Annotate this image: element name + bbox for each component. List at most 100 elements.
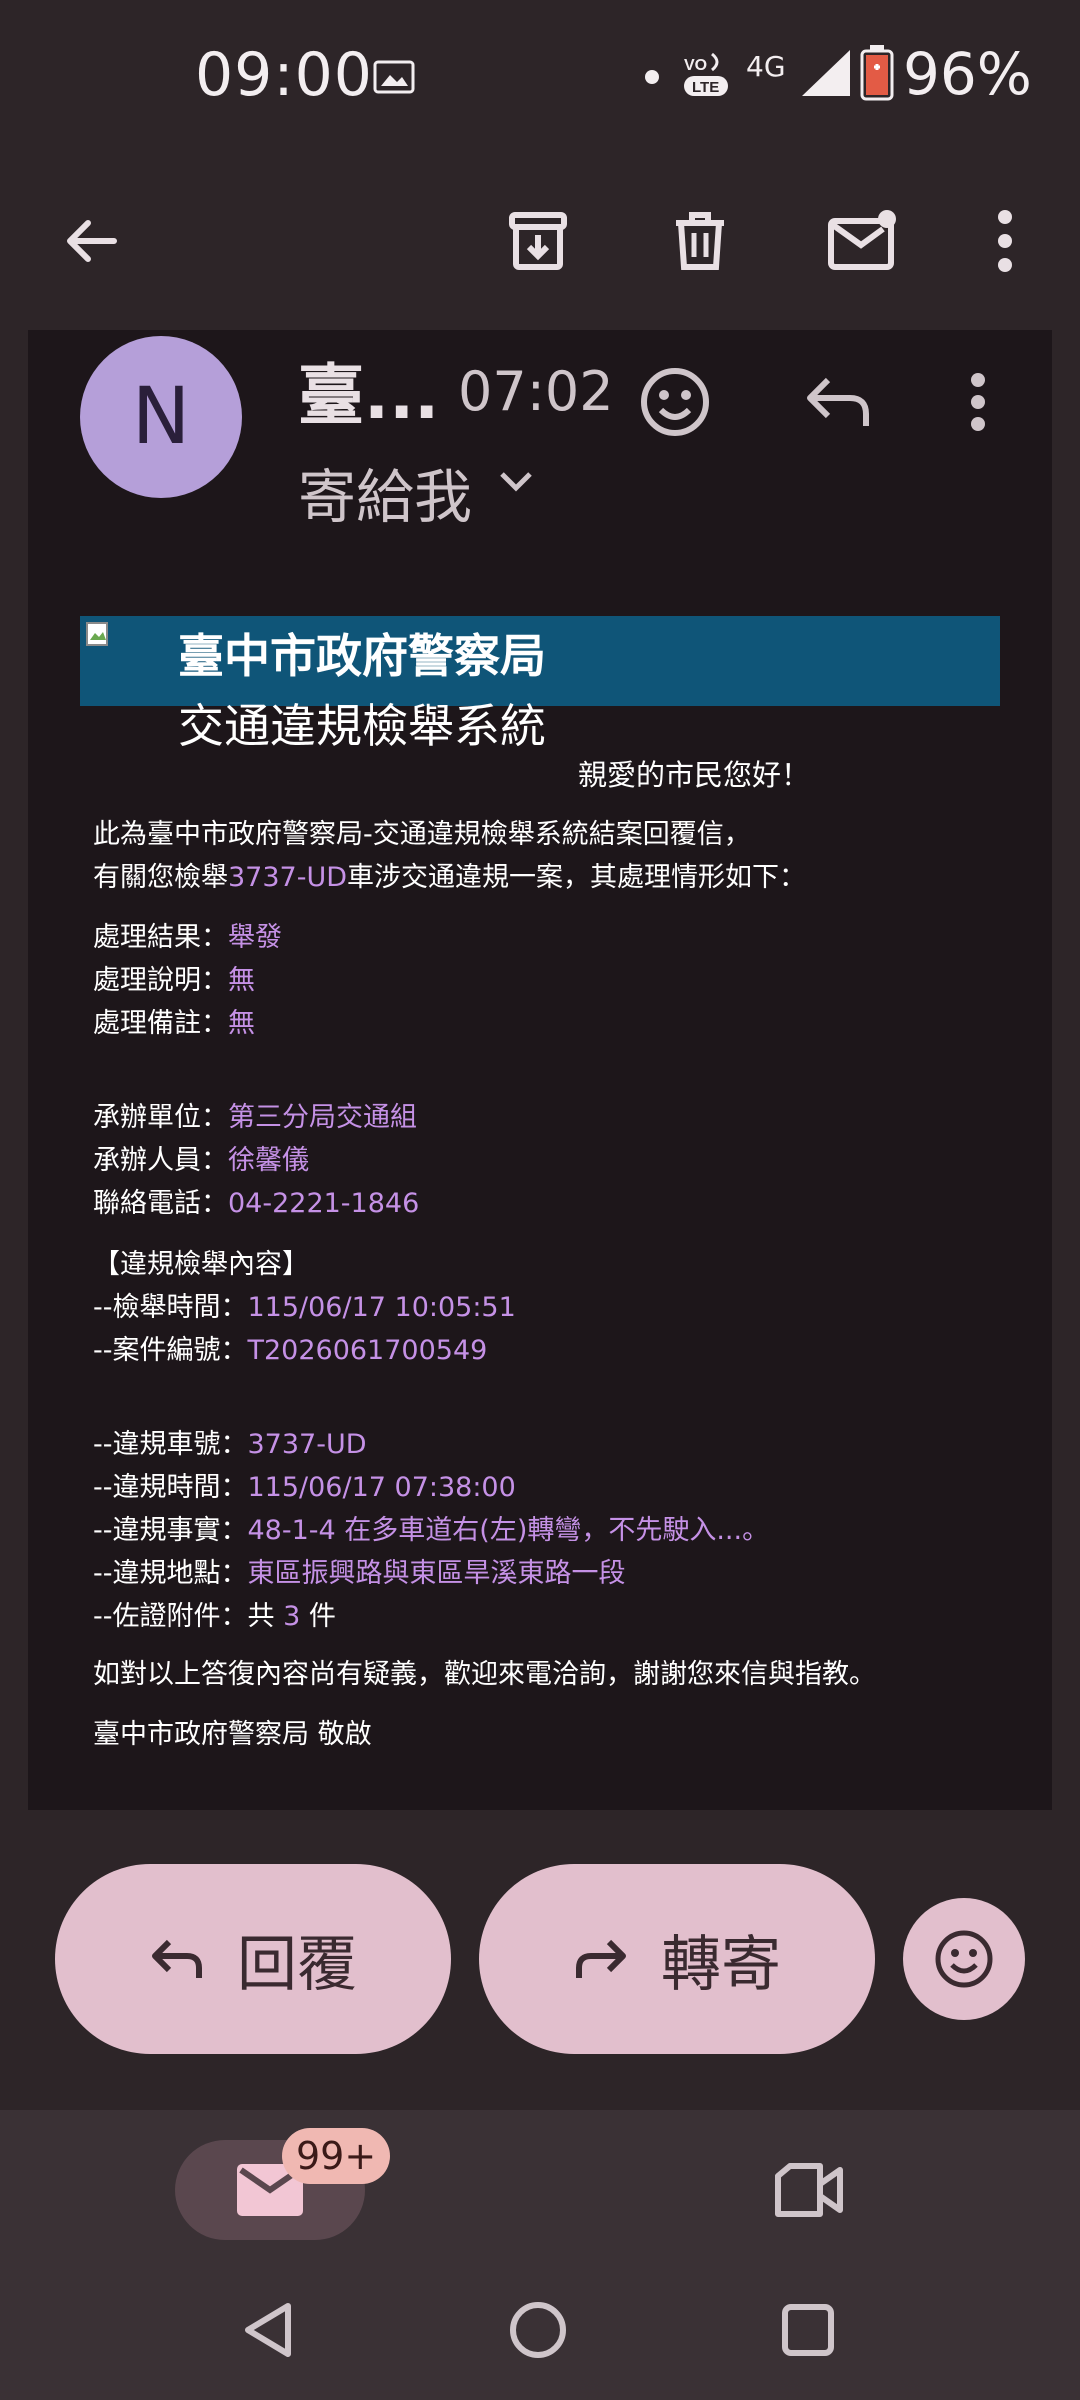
reply-pill-button[interactable]: 回覆 (55, 1864, 451, 2054)
field-text: 共 (247, 1601, 284, 1632)
explain-row: 處理說明：無 (93, 958, 255, 997)
system-recents-button[interactable] (768, 2290, 848, 2370)
system-home-button[interactable] (498, 2290, 578, 2370)
video-camera-icon (775, 2163, 843, 2217)
email-content: N 臺... 07:02 寄給我 臺中市政府警察局 交通違規檢舉系統 親愛的市民… (28, 330, 1052, 1810)
notification-dot-icon (645, 70, 659, 84)
system-navigation-bar (0, 2260, 1080, 2400)
reply-icon (807, 377, 869, 426)
message-more-button[interactable] (928, 352, 1028, 452)
unit-row: 承辦單位：第三分局交通組 (93, 1095, 417, 1134)
section-title: 【違規檢舉內容】 (93, 1249, 309, 1280)
reply-button[interactable] (788, 352, 888, 452)
greeting: 親愛的市民您好！ (578, 758, 811, 792)
phone-link[interactable]: 04-2221-1846 (228, 1188, 419, 1219)
system-back-button[interactable] (228, 2290, 308, 2370)
archive-icon (509, 212, 567, 270)
field-text: 件 (300, 1601, 336, 1632)
battery-icon (860, 45, 894, 101)
intro-text: 車涉交通違規一案，其處理情形如下： (347, 862, 807, 893)
broken-image-icon (86, 622, 108, 646)
field-value: 48-1-4 在多車道右(左)轉彎，不先駛入...。 (247, 1515, 770, 1546)
signature: 臺中市政府警察局 敬啟 (93, 1719, 372, 1750)
field-label: --佐證附件： (93, 1601, 248, 1632)
status-bar: 09:00 VO LTE 4G 96% (0, 0, 1080, 150)
intro-text: 有關您檢舉 (93, 862, 228, 893)
field-label: 聯絡電話： (93, 1188, 228, 1219)
sender-name[interactable]: 臺... (298, 342, 439, 438)
svg-text:LTE: LTE (692, 79, 719, 96)
emoji-icon (935, 1930, 993, 1988)
intro-plate: 3737-UD (228, 862, 348, 893)
unread-badge: 99+ (282, 2128, 391, 2184)
reply-label: 回覆 (237, 1929, 357, 2000)
field-label: --違規車號： (93, 1429, 248, 1460)
more-vert-icon (971, 373, 985, 431)
forward-pill-button[interactable]: 轉寄 (479, 1864, 875, 2054)
field-label: 處理說明： (93, 965, 228, 996)
emoji-react-button[interactable] (625, 352, 725, 452)
case-no-row: --案件編號：T2026061700549 (93, 1328, 487, 1367)
network-type: 4G (746, 50, 786, 83)
violation-time-row: --違規時間：115/06/17 07:38:00 (93, 1465, 516, 1504)
field-label: --違規時間： (93, 1472, 248, 1503)
field-value: 3737-UD (247, 1429, 367, 1460)
status-time: 09:00 (195, 40, 373, 110)
field-value: 115/06/17 07:38:00 (247, 1472, 516, 1503)
field-value: 無 (228, 1008, 255, 1039)
field-value: 無 (228, 965, 255, 996)
intro-line-1: 此為臺中市政府警察局-交通違規檢舉系統結案回覆信， (93, 819, 751, 850)
field-label: 處理備註： (93, 1008, 228, 1039)
note-row: 處理備註：無 (93, 1001, 255, 1040)
more-options-button[interactable] (950, 186, 1060, 296)
plate-row: --違規車號：3737-UD (93, 1422, 367, 1461)
report-time-row: --檢舉時間：115/06/17 10:05:51 (93, 1285, 516, 1324)
mark-unread-icon (828, 210, 896, 270)
phone-row: 聯絡電話：04-2221-1846 (93, 1181, 419, 1220)
delete-button[interactable] (645, 186, 755, 296)
field-value: 徐馨儀 (228, 1145, 309, 1176)
banner-subtitle: 交通違規檢舉系統 (178, 699, 546, 753)
staff-row: 承辦人員：徐馨儀 (93, 1138, 309, 1177)
battery-percent: 96% (903, 40, 1032, 108)
violation-fact-row: --違規事實：48-1-4 在多車道右(左)轉彎，不先駛入...。 (93, 1508, 769, 1547)
back-button[interactable] (37, 186, 147, 296)
square-recents-icon (782, 2304, 834, 2356)
mark-unread-button[interactable] (808, 186, 918, 296)
svg-text:VO: VO (684, 57, 707, 74)
delete-icon (676, 212, 724, 270)
field-label: --案件編號： (93, 1335, 248, 1366)
recipient-summary[interactable]: 寄給我 (298, 450, 472, 534)
field-value: 第三分局交通組 (228, 1102, 417, 1133)
field-label: 承辦單位： (93, 1102, 228, 1133)
more-vert-icon (998, 210, 1012, 272)
forward-label: 轉寄 (661, 1929, 781, 2000)
field-label: --違規地點： (93, 1558, 248, 1589)
closing-text: 如對以上答復內容尚有疑義，歡迎來電洽詢，謝謝您來信與指教。 (93, 1659, 876, 1690)
field-value: T2026061700549 (247, 1335, 488, 1366)
emoji-icon (641, 368, 709, 436)
violation-place-row: --違規地點：東區振興路與東區旱溪東路一段 (93, 1551, 626, 1590)
signal-icon (802, 50, 850, 96)
meet-tab[interactable] (760, 2150, 860, 2230)
reply-actions: 回覆 轉寄 (0, 1810, 1080, 2110)
sent-time: 07:02 (458, 360, 614, 423)
email-toolbar (0, 150, 1080, 330)
triangle-back-icon (245, 2303, 291, 2357)
bottom-navigation: 99+ (0, 2110, 1080, 2260)
field-value: 舉發 (228, 922, 282, 953)
reply-icon (152, 1939, 202, 1978)
archive-button[interactable] (483, 186, 593, 296)
result-row: 處理結果：舉發 (93, 915, 282, 954)
emoji-reaction-button[interactable] (903, 1898, 1025, 2020)
field-label: 承辦人員： (93, 1145, 228, 1176)
forward-icon (576, 1939, 626, 1978)
volte-icon: VO LTE (684, 52, 728, 96)
field-value: 東區振興路與東區旱溪東路一段 (247, 1558, 626, 1589)
banner-title: 臺中市政府警察局 (178, 629, 546, 683)
field-value: 115/06/17 10:05:51 (247, 1292, 516, 1323)
field-label: --違規事實： (93, 1515, 248, 1546)
sender-avatar[interactable]: N (80, 336, 242, 498)
chevron-down-icon[interactable] (498, 470, 534, 494)
attachment-row: --佐證附件：共 3 件 (93, 1594, 336, 1633)
